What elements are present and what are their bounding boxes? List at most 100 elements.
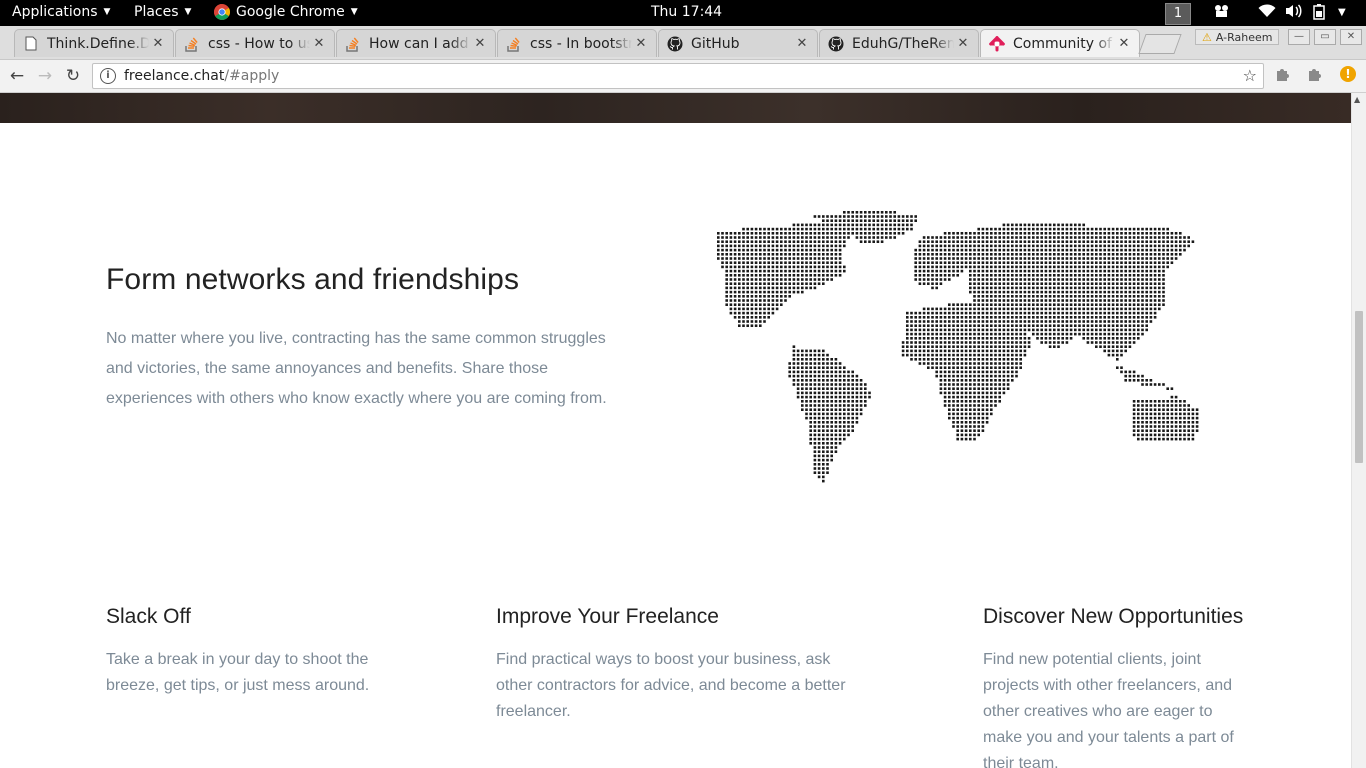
map-dot bbox=[1036, 307, 1039, 311]
extension-puzzle-icon[interactable] bbox=[1275, 66, 1291, 86]
map-dot bbox=[1027, 320, 1031, 323]
map-dot bbox=[914, 316, 917, 319]
map-dot bbox=[771, 232, 775, 235]
map-dot bbox=[998, 257, 1001, 260]
map-dot bbox=[1191, 429, 1195, 432]
map-dot bbox=[1019, 337, 1022, 340]
map-dot bbox=[1162, 244, 1165, 248]
map-dot bbox=[826, 353, 829, 357]
places-menu[interactable]: Places ▼ bbox=[134, 4, 191, 20]
close-icon[interactable]: ✕ bbox=[632, 36, 650, 51]
map-dot bbox=[1082, 337, 1085, 340]
map-dot bbox=[1082, 236, 1085, 239]
map-dot bbox=[1023, 316, 1027, 319]
map-dot bbox=[981, 261, 985, 264]
map-dot bbox=[1128, 257, 1132, 260]
map-dot bbox=[1090, 253, 1094, 256]
close-icon[interactable]: ✕ bbox=[1115, 36, 1133, 51]
system-menu-chevron-icon[interactable]: ▼ bbox=[1338, 7, 1346, 18]
map-dot bbox=[750, 307, 754, 311]
map-dot bbox=[733, 265, 737, 269]
reload-icon[interactable]: ↻ bbox=[61, 65, 85, 87]
map-dot bbox=[990, 316, 993, 319]
map-dot bbox=[931, 337, 934, 340]
map-dot bbox=[805, 366, 808, 369]
scroll-up-arrow-icon[interactable]: ▲ bbox=[1354, 95, 1360, 104]
maximize-button[interactable]: ▭ bbox=[1314, 29, 1336, 45]
map-dot bbox=[1069, 227, 1073, 231]
tab-css-how-to-use[interactable]: css - How to use ✕ bbox=[175, 29, 335, 57]
volume-icon[interactable] bbox=[1285, 4, 1303, 22]
map-dot bbox=[981, 307, 985, 311]
map-dot bbox=[1065, 240, 1069, 243]
map-dot bbox=[1095, 265, 1098, 269]
close-icon[interactable]: ✕ bbox=[310, 36, 328, 51]
map-dot bbox=[1137, 328, 1140, 332]
applications-menu[interactable]: Applications ▼ bbox=[12, 4, 110, 20]
close-icon[interactable]: ✕ bbox=[793, 36, 811, 51]
map-dot bbox=[1053, 324, 1056, 327]
back-arrow-icon[interactable]: ← bbox=[5, 65, 29, 87]
map-dot bbox=[981, 370, 985, 374]
tab-think-define-do[interactable]: Think.Define.Do ✕ bbox=[14, 29, 174, 57]
map-dot bbox=[1074, 290, 1077, 294]
map-dot bbox=[767, 269, 770, 273]
map-dot bbox=[1065, 232, 1069, 235]
close-icon[interactable]: ✕ bbox=[149, 36, 167, 51]
map-dot bbox=[1048, 261, 1052, 264]
map-dot bbox=[1120, 278, 1123, 281]
map-dot bbox=[1158, 299, 1161, 302]
battery-icon[interactable] bbox=[1313, 4, 1327, 24]
camera-icon[interactable] bbox=[1213, 4, 1231, 22]
map-dot bbox=[1015, 324, 1018, 327]
page-scrollbar[interactable]: ▲ bbox=[1351, 93, 1366, 768]
info-icon[interactable]: i bbox=[100, 68, 116, 84]
window-close-button[interactable]: ✕ bbox=[1340, 29, 1362, 45]
map-dot bbox=[1032, 311, 1035, 315]
map-dot bbox=[910, 311, 913, 315]
map-dot bbox=[1145, 274, 1148, 277]
scrollbar-thumb[interactable] bbox=[1355, 311, 1363, 463]
tab-community[interactable]: Community of fr ✕ bbox=[980, 29, 1140, 57]
minimize-button[interactable]: — bbox=[1288, 29, 1310, 45]
map-dot bbox=[822, 442, 825, 445]
map-dot bbox=[1166, 253, 1169, 256]
map-dot bbox=[939, 248, 943, 252]
wifi-icon[interactable] bbox=[1258, 4, 1276, 22]
address-bar[interactable]: i freelance.chat/#apply ☆ bbox=[92, 63, 1264, 89]
map-dot bbox=[1061, 299, 1064, 302]
tab-css-in-bootstrap[interactable]: css - In bootstrap ✕ bbox=[497, 29, 657, 57]
map-dot bbox=[973, 286, 976, 290]
bookmark-star-icon[interactable]: ☆ bbox=[1243, 66, 1257, 85]
close-icon[interactable]: ✕ bbox=[471, 36, 489, 51]
new-tab-button[interactable] bbox=[1138, 34, 1182, 54]
forward-arrow-icon[interactable]: → bbox=[33, 65, 57, 87]
alert-icon[interactable]: ! bbox=[1340, 66, 1356, 82]
extension-puzzle-icon[interactable] bbox=[1307, 66, 1323, 86]
map-dot bbox=[994, 269, 997, 273]
map-dot bbox=[868, 240, 871, 243]
map-dot bbox=[1015, 303, 1018, 306]
workspace-indicator[interactable]: 1 bbox=[1165, 3, 1191, 25]
map-dot bbox=[729, 248, 733, 252]
chrome-app-menu[interactable]: Google Chrome ▼ bbox=[214, 4, 358, 20]
tab-eduhg-therem[interactable]: EduhG/TheRem ✕ bbox=[819, 29, 979, 57]
map-dot bbox=[729, 282, 733, 285]
map-dot bbox=[990, 332, 993, 336]
clock[interactable]: Thu 17:44 bbox=[651, 4, 722, 20]
map-dot bbox=[1048, 320, 1052, 323]
map-dot bbox=[817, 437, 821, 441]
tab-github[interactable]: GitHub ✕ bbox=[658, 29, 818, 57]
close-icon[interactable]: ✕ bbox=[954, 36, 972, 51]
map-dot bbox=[935, 366, 938, 369]
map-dot bbox=[918, 349, 922, 353]
profile-badge[interactable]: ⚠ A-Raheem bbox=[1195, 29, 1279, 45]
map-dot bbox=[910, 337, 913, 340]
tab-how-can-i-add[interactable]: How can I add a ✕ bbox=[336, 29, 496, 57]
map-dot bbox=[969, 236, 972, 239]
map-dot bbox=[1107, 248, 1111, 252]
map-dot bbox=[826, 395, 829, 399]
map-dot bbox=[830, 383, 833, 386]
map-dot bbox=[960, 387, 964, 390]
map-dot bbox=[1027, 240, 1031, 243]
